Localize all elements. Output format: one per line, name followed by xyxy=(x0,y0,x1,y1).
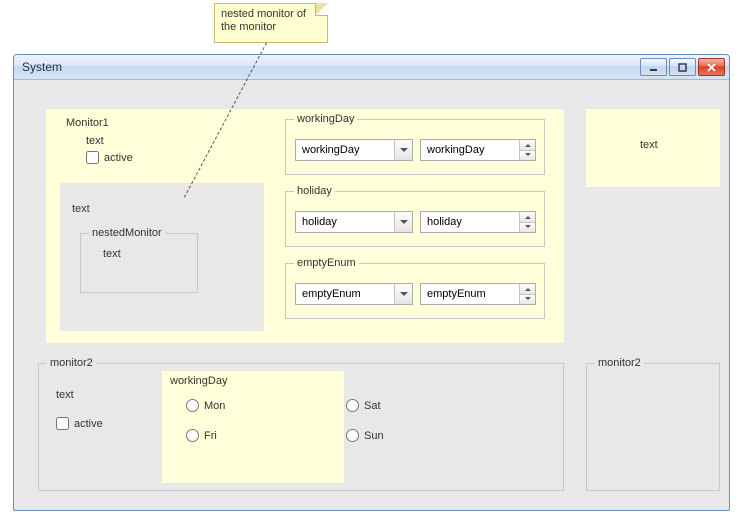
monitor1-title: Monitor1 xyxy=(66,117,109,129)
workingday-radio-panel xyxy=(162,371,344,483)
radio-mon-label: Mon xyxy=(204,400,225,412)
workingday-spin-value: workingDay xyxy=(427,144,484,156)
maximize-button[interactable] xyxy=(669,58,696,76)
emptyenum-spin[interactable]: emptyEnum xyxy=(420,283,536,305)
monitor2b-group: monitor2 xyxy=(586,363,720,491)
monitor2-active-label: active xyxy=(74,418,103,430)
workingday-title: workingDay xyxy=(294,113,357,125)
radio-sun-label: Sun xyxy=(364,430,384,442)
radio-sat-label: Sat xyxy=(364,400,381,412)
monitor2-title: monitor2 xyxy=(47,357,96,369)
holiday-spin-value: holiday xyxy=(427,216,462,228)
spin-down-icon[interactable] xyxy=(520,151,535,161)
chevron-down-icon xyxy=(394,212,412,232)
nested-monitor-text: text xyxy=(103,248,121,260)
workingday-combo[interactable]: workingDay xyxy=(295,139,413,161)
monitor1-text-label: text xyxy=(86,135,104,147)
holiday-combo[interactable]: holiday xyxy=(295,211,413,233)
monitor1-active-checkbox[interactable]: active xyxy=(86,151,133,164)
radio-fri[interactable]: Fri xyxy=(186,429,217,442)
radio-mon[interactable]: Mon xyxy=(186,399,225,412)
spin-down-icon[interactable] xyxy=(520,223,535,233)
holiday-combo-value: holiday xyxy=(302,216,337,228)
spin-up-icon[interactable] xyxy=(520,284,535,295)
radio-sat[interactable]: Sat xyxy=(346,399,381,412)
monitor2b-title: monitor2 xyxy=(595,357,644,369)
emptyenum-title: emptyEnum xyxy=(294,257,359,269)
workingday-spin[interactable]: workingDay xyxy=(420,139,536,161)
holiday-spin[interactable]: holiday xyxy=(420,211,536,233)
close-button[interactable] xyxy=(698,58,725,76)
nested-monitor-group: nestedMonitor text xyxy=(80,233,198,293)
monitor1-active-label: active xyxy=(104,152,133,164)
spin-up-icon[interactable] xyxy=(520,212,535,223)
workingday-radio-title: workingDay xyxy=(170,375,227,387)
radio-fri-label: Fri xyxy=(204,430,217,442)
monitor2-text-label: text xyxy=(56,389,74,401)
minimize-button[interactable] xyxy=(640,58,667,76)
monitor2-active-checkbox[interactable]: active xyxy=(56,417,103,430)
monitor1-inner-text: text xyxy=(72,203,90,215)
spin-up-icon[interactable] xyxy=(520,140,535,151)
emptyenum-spin-value: emptyEnum xyxy=(427,288,486,300)
chevron-down-icon xyxy=(394,284,412,304)
radio-sun[interactable]: Sun xyxy=(346,429,384,442)
window-title: System xyxy=(22,60,62,74)
workingday-combo-value: workingDay xyxy=(302,144,359,156)
holiday-title: holiday xyxy=(294,185,335,197)
chevron-down-icon xyxy=(394,140,412,160)
spin-down-icon[interactable] xyxy=(520,295,535,305)
sticky-note: nested monitor of the monitor xyxy=(214,3,328,43)
nested-monitor-title: nestedMonitor xyxy=(89,227,165,239)
sticky-note-text: nested monitor of the monitor xyxy=(221,8,306,33)
note-fold-icon xyxy=(315,3,328,16)
right-panel-text: text xyxy=(640,139,658,151)
emptyenum-combo[interactable]: emptyEnum xyxy=(295,283,413,305)
titlebar[interactable]: System xyxy=(14,55,729,80)
window: System Monitor1 text active text nestedM… xyxy=(13,54,730,511)
emptyenum-combo-value: emptyEnum xyxy=(302,288,361,300)
